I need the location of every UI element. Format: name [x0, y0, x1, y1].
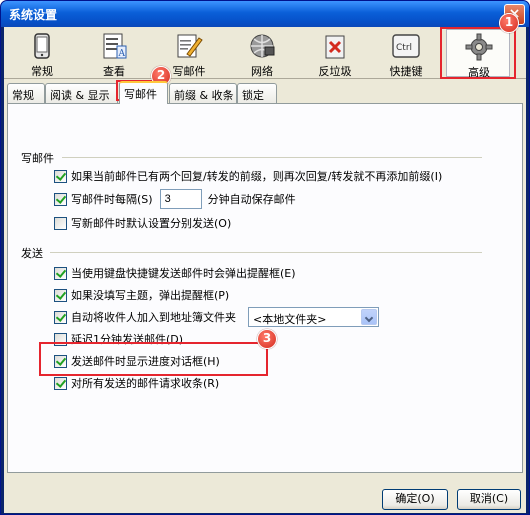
- checkbox[interactable]: [54, 288, 67, 302]
- ctrl-key-icon: Ctrl: [392, 34, 420, 58]
- window-title: 系统设置: [9, 8, 58, 22]
- send-option-subject-warn[interactable]: 如果没填写主题，弹出提醒框(P): [54, 287, 229, 303]
- compose-group-title: 写邮件: [21, 152, 54, 165]
- svg-text:A: A: [118, 49, 126, 59]
- network-icon: [250, 34, 275, 58]
- ok-button[interactable]: 确定(O): [382, 489, 448, 510]
- window-client: 常规 A 查看 写邮件 网络 反垃圾 Ctrl 快捷键 高级 常规 阅读 & 显…: [4, 27, 526, 513]
- checkbox[interactable]: [54, 192, 67, 206]
- address-book-folder-select[interactable]: <本地文件夹>: [248, 307, 379, 327]
- checkbox[interactable]: [54, 266, 67, 280]
- toolbar-antispam[interactable]: 反垃圾: [303, 29, 367, 78]
- highlight-request-receipt: [39, 342, 268, 376]
- tab-general[interactable]: 常规: [7, 83, 45, 103]
- tab-lock[interactable]: 锁定: [237, 83, 277, 103]
- tab-read-display[interactable]: 阅读 & 显示: [45, 83, 118, 103]
- toolbar-view[interactable]: A 查看: [82, 29, 146, 78]
- toolbar-shortcuts[interactable]: Ctrl 快捷键: [374, 29, 438, 78]
- checkbox[interactable]: [54, 216, 67, 230]
- phone-icon: [34, 33, 50, 59]
- step-badge-3: 3: [257, 329, 277, 349]
- toolbar-general[interactable]: 常规: [10, 29, 74, 78]
- send-option-auto-address-book[interactable]: 自动将收件人加入到地址簿文件夹: [54, 309, 236, 325]
- checkbox[interactable]: [54, 169, 67, 183]
- title-bar[interactable]: 系统设置 ×: [1, 1, 529, 27]
- document-view-icon: A: [103, 33, 127, 59]
- send-option-request-receipt[interactable]: 对所有发送的邮件请求收条(R): [54, 375, 219, 391]
- compose-icon: [177, 34, 203, 58]
- highlight-advanced: [440, 27, 516, 79]
- tab-compose[interactable]: 写邮件: [119, 81, 168, 104]
- trash-icon: [325, 35, 345, 59]
- send-group-title: 发送: [21, 247, 43, 260]
- compose-option-separate-send[interactable]: 写新邮件时默认设置分别发送(O): [54, 215, 231, 231]
- compose-group-divider: [62, 157, 482, 158]
- send-option-shortcut-warn[interactable]: 当使用键盘快捷键发送邮件时会弹出提醒框(E): [54, 265, 296, 281]
- step-badge-1: 1: [499, 13, 519, 33]
- svg-text:Ctrl: Ctrl: [396, 43, 412, 53]
- autosave-minutes-input[interactable]: [159, 189, 202, 209]
- send-group-divider: [50, 252, 482, 253]
- compose-option-prefix[interactable]: 如果当前邮件已有两个回复/转发的前缀，则再次回复/转发就不再添加前缀(I): [54, 168, 442, 184]
- tab-panel: 写邮件 如果当前邮件已有两个回复/转发的前缀，则再次回复/转发就不再添加前缀(I…: [7, 103, 523, 473]
- chevron-down-icon[interactable]: [361, 309, 377, 325]
- cancel-button[interactable]: 取消(C): [457, 489, 521, 510]
- checkbox[interactable]: [54, 310, 67, 324]
- toolbar-network[interactable]: 网络: [230, 29, 294, 78]
- tab-prefix-receipt[interactable]: 前缀 & 收条: [169, 83, 237, 103]
- compose-option-autosave[interactable]: 写邮件时每隔(S) 分钟自动保存邮件: [54, 189, 296, 209]
- checkbox[interactable]: [54, 376, 67, 390]
